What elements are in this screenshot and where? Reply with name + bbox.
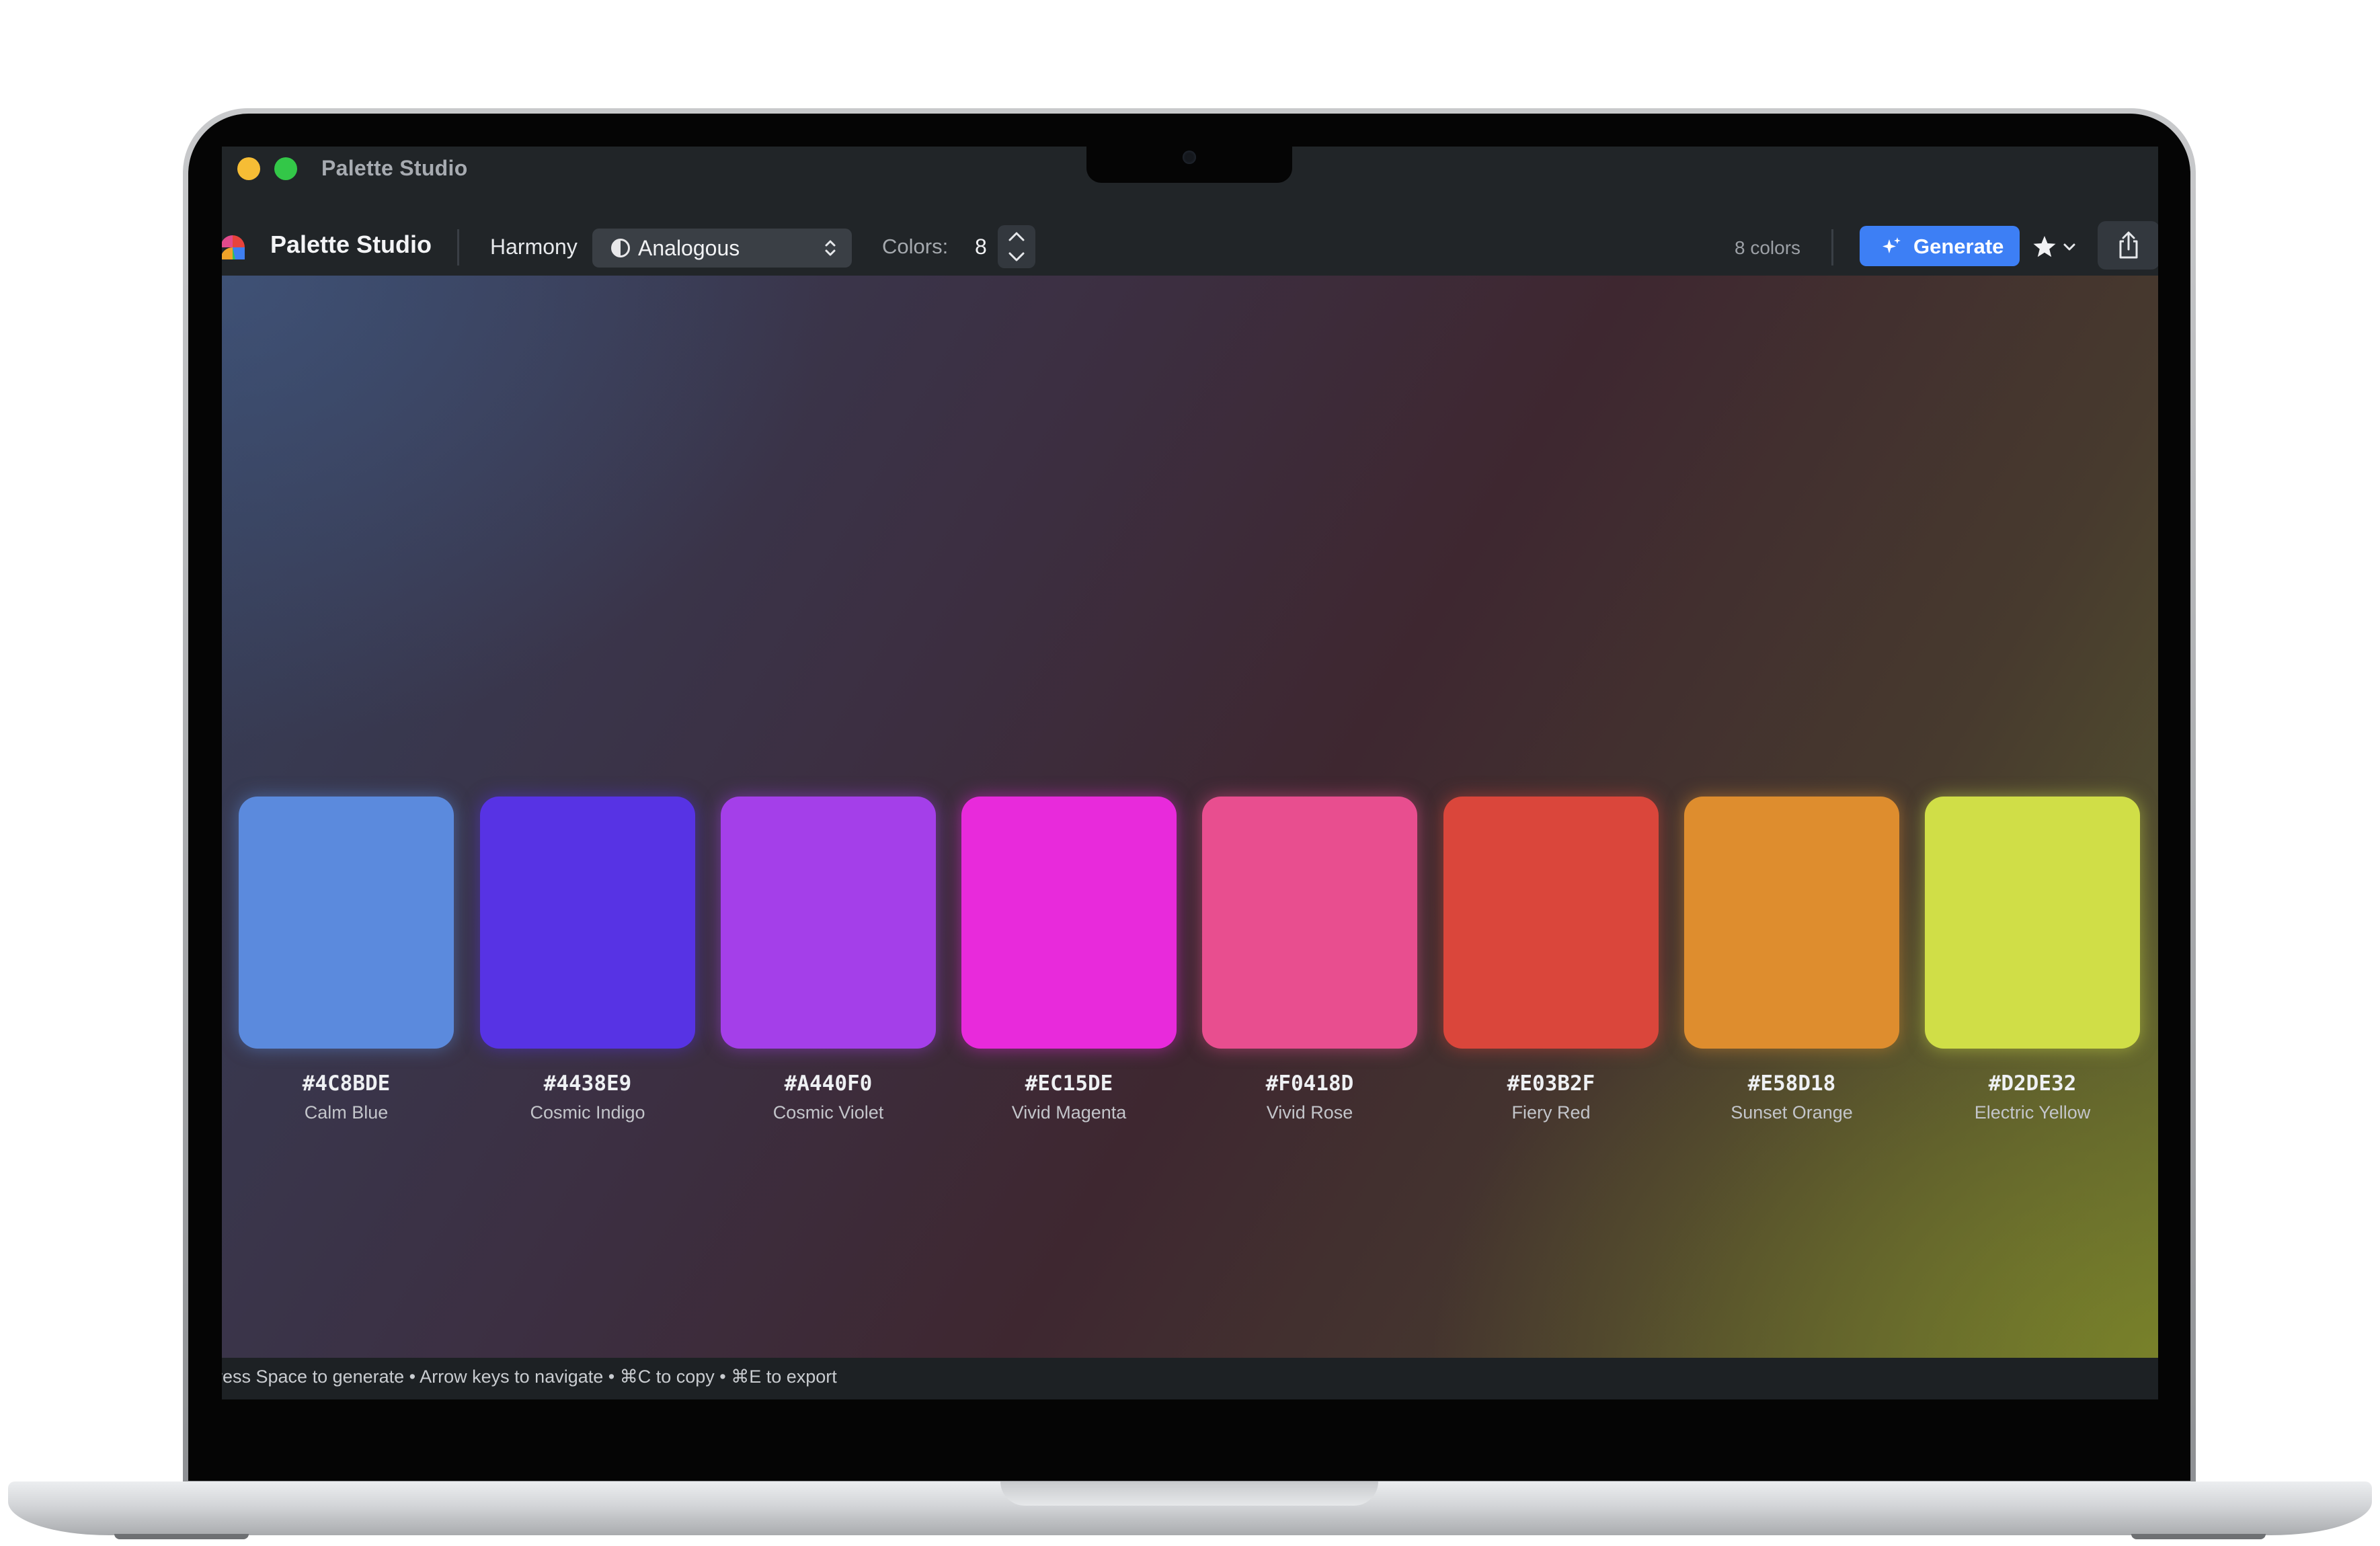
- color-swatch[interactable]: [1684, 797, 1899, 1049]
- camera-notch: [1086, 145, 1292, 183]
- laptop-opening-notch: [1000, 1481, 1378, 1506]
- colors-stepper[interactable]: [998, 225, 1035, 268]
- color-swatch[interactable]: [1443, 797, 1659, 1049]
- keyboard-hint-text: ress Space to generate • Arrow keys to n…: [222, 1367, 837, 1387]
- sparkle-icon: [1882, 237, 1901, 253]
- toolbar-divider: [457, 229, 459, 266]
- harmony-contrast-icon: [611, 239, 630, 257]
- swatch-hex[interactable]: #E03B2F: [1443, 1071, 1659, 1096]
- swatch-name: Vivid Rose: [1266, 1102, 1353, 1123]
- color-swatch[interactable]: [961, 797, 1177, 1049]
- share-icon: [2119, 231, 2138, 259]
- swatch-hex[interactable]: #4C8BDE: [239, 1071, 454, 1096]
- harmony-dropdown-value: Analogous: [638, 236, 740, 260]
- swatch-name: Sunset Orange: [1731, 1102, 1853, 1123]
- swatch-hex[interactable]: #F0418D: [1202, 1071, 1417, 1096]
- chevron-down-icon: [2063, 243, 2075, 251]
- swatch-name: Calm Blue: [304, 1102, 389, 1123]
- swatch-hex[interactable]: #A440F0: [721, 1071, 936, 1096]
- chevron-down-icon[interactable]: [1004, 248, 1029, 266]
- app-name: Palette Studio: [270, 231, 432, 258]
- swatch-hex[interactable]: #E58D18: [1684, 1071, 1899, 1096]
- color-swatch[interactable]: [480, 797, 695, 1049]
- color-swatch[interactable]: [1925, 797, 2140, 1049]
- favorites-menu-button[interactable]: [2029, 225, 2083, 266]
- palette-canvas: #4C8BDE Calm Blue #4438E9 Cosmic Indigo …: [222, 276, 2158, 1358]
- laptop-foot-right: [2131, 1534, 2266, 1539]
- swatch-hex[interactable]: #D2DE32: [1925, 1071, 2140, 1096]
- swatch-name: Fiery Red: [1511, 1102, 1591, 1123]
- share-button[interactable]: [2098, 221, 2158, 270]
- colors-count-value: 8: [975, 235, 987, 259]
- swatch-name: Vivid Magenta: [1011, 1102, 1127, 1123]
- zoom-window-button[interactable]: [274, 157, 297, 180]
- star-icon: [2033, 236, 2056, 257]
- status-bar: ress Space to generate • Arrow keys to n…: [222, 1358, 2158, 1399]
- app-window: Palette Studio Palette Studio Harmony An…: [222, 147, 2158, 1399]
- swatch-hex[interactable]: #EC15DE: [961, 1071, 1177, 1096]
- color-swatch[interactable]: [1202, 797, 1417, 1049]
- colors-label: Colors:: [882, 235, 949, 258]
- swatch-name: Electric Yellow: [1974, 1102, 2091, 1123]
- toolbar-divider: [1831, 229, 1833, 266]
- generate-button[interactable]: Generate: [1860, 226, 2020, 266]
- harmony-label: Harmony: [490, 235, 578, 259]
- minimize-window-button[interactable]: [237, 157, 260, 180]
- swatch-name: Cosmic Indigo: [530, 1102, 645, 1123]
- harmony-dropdown[interactable]: Analogous: [592, 229, 852, 268]
- palette-logo-icon: [222, 235, 245, 259]
- swatch-hex[interactable]: #4438E9: [480, 1071, 695, 1096]
- chevron-up-icon[interactable]: [1004, 228, 1029, 245]
- color-swatch[interactable]: [239, 797, 454, 1049]
- generate-button-label: Generate: [1913, 235, 2004, 258]
- laptop-foot-left: [114, 1534, 249, 1539]
- chevron-up-down-icon: [825, 240, 836, 256]
- color-swatch[interactable]: [721, 797, 936, 1049]
- toolbar: Palette Studio Harmony Analogous Colors:…: [222, 210, 2158, 284]
- swatch-name: Cosmic Violet: [772, 1102, 884, 1123]
- camera-icon: [1183, 151, 1196, 164]
- window-title: Palette Studio: [321, 156, 468, 180]
- color-count-label: 8 colors: [1735, 237, 1801, 258]
